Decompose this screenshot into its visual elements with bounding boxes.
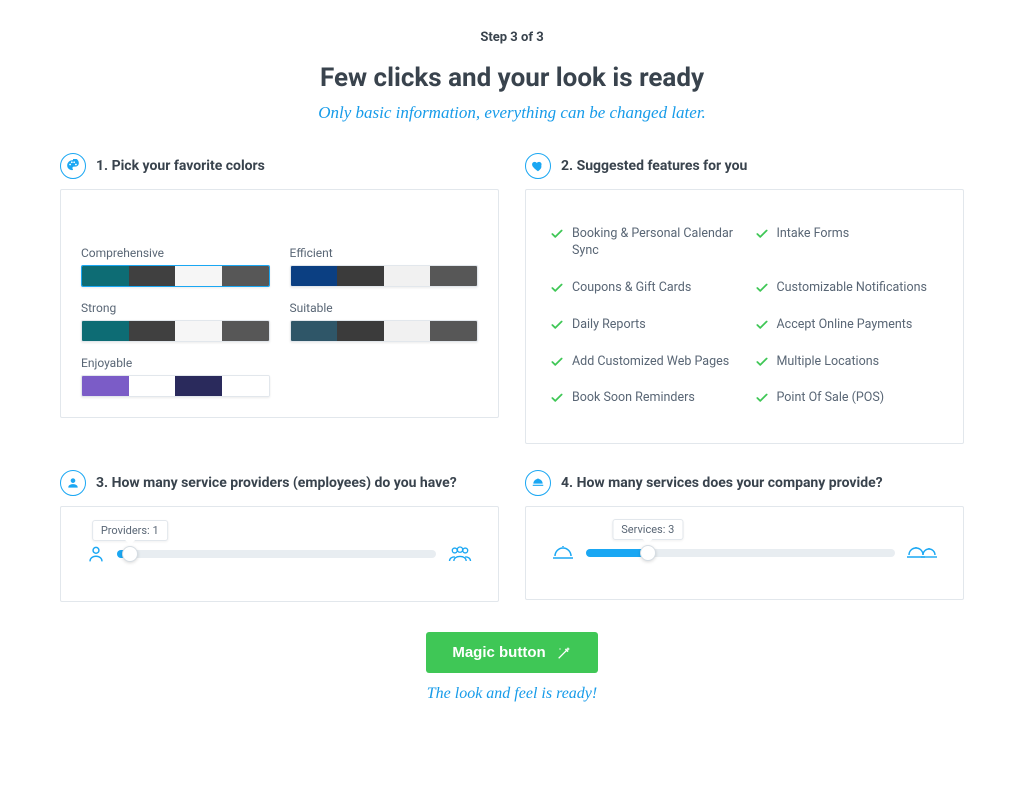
feature-label: Booking & Personal Calendar Sync: [572, 226, 735, 260]
palette-swatch[interactable]: [81, 265, 270, 287]
feature-item[interactable]: Customizable Notifications: [755, 274, 940, 303]
section-providers-title: 3. How many service providers (employees…: [96, 475, 457, 491]
feature-label: Point Of Sale (POS): [777, 390, 885, 407]
section-services-title: 4. How many services does your company p…: [561, 475, 883, 491]
palette-option: Strong: [81, 301, 270, 342]
section-colors: 1. Pick your favorite colors Comprehensi…: [60, 153, 499, 444]
providers-tooltip: Providers: 1: [92, 520, 168, 541]
feature-label: Intake Forms: [777, 226, 850, 260]
feature-item[interactable]: Add Customized Web Pages: [550, 348, 735, 377]
palette-label: Enjoyable: [81, 356, 270, 370]
feature-label: Multiple Locations: [777, 354, 880, 371]
feature-item[interactable]: Booking & Personal Calendar Sync: [550, 220, 735, 266]
person-outline-icon: [85, 543, 107, 565]
feature-item[interactable]: Coupons & Gift Cards: [550, 274, 735, 303]
footer-subtitle: The look and feel is ready!: [60, 685, 964, 703]
palette-label: Strong: [81, 301, 270, 315]
palette-label: Suitable: [290, 301, 479, 315]
people-outline-icon: [446, 543, 474, 565]
step-indicator: Step 3 of 3: [60, 30, 964, 45]
feature-item[interactable]: Daily Reports: [550, 311, 735, 340]
palette-swatch[interactable]: [81, 375, 270, 397]
palette-swatch[interactable]: [290, 265, 479, 287]
section-colors-title: 1. Pick your favorite colors: [96, 158, 265, 174]
service-small-icon: [550, 543, 576, 563]
feature-label: Accept Online Payments: [777, 317, 913, 334]
section-features-title: 2. Suggested features for you: [561, 158, 747, 174]
section-providers: 3. How many service providers (employees…: [60, 470, 499, 602]
cloche-icon: [525, 470, 551, 496]
palette-label: Efficient: [290, 246, 479, 260]
feature-item[interactable]: Book Soon Reminders: [550, 384, 735, 413]
wand-icon: [556, 645, 572, 661]
palette-icon: [60, 153, 86, 179]
service-multi-icon: [905, 543, 939, 563]
feature-item[interactable]: Multiple Locations: [755, 348, 940, 377]
palette-label: Comprehensive: [81, 246, 270, 260]
feature-item[interactable]: Intake Forms: [755, 220, 940, 266]
heart-icon: [525, 153, 551, 179]
feature-label: Customizable Notifications: [777, 280, 927, 297]
wizard-header: Step 3 of 3 Few clicks and your look is …: [60, 30, 964, 123]
feature-item[interactable]: Point Of Sale (POS): [755, 384, 940, 413]
palette-swatch[interactable]: [290, 320, 479, 342]
feature-label: Coupons & Gift Cards: [572, 280, 691, 297]
page-title: Few clicks and your look is ready: [60, 63, 964, 93]
page-subtitle: Only basic information, everything can b…: [60, 103, 964, 123]
section-features: 2. Suggested features for you Booking & …: [525, 153, 964, 444]
feature-label: Add Customized Web Pages: [572, 354, 729, 371]
person-icon: [60, 470, 86, 496]
feature-label: Book Soon Reminders: [572, 390, 695, 407]
palette-option: Efficient: [290, 246, 479, 287]
services-tooltip: Services: 3: [612, 519, 683, 540]
services-slider[interactable]: Services: 3: [550, 543, 939, 563]
palette-option: Comprehensive: [81, 246, 270, 287]
magic-button-label: Magic button: [452, 644, 545, 661]
feature-item[interactable]: Accept Online Payments: [755, 311, 940, 340]
palette-swatch[interactable]: [81, 320, 270, 342]
feature-label: Daily Reports: [572, 317, 646, 334]
palette-option: Suitable: [290, 301, 479, 342]
providers-slider[interactable]: Providers: 1: [85, 543, 474, 565]
magic-button[interactable]: Magic button: [426, 632, 597, 673]
palette-option: Enjoyable: [81, 356, 270, 397]
section-services: 4. How many services does your company p…: [525, 470, 964, 602]
